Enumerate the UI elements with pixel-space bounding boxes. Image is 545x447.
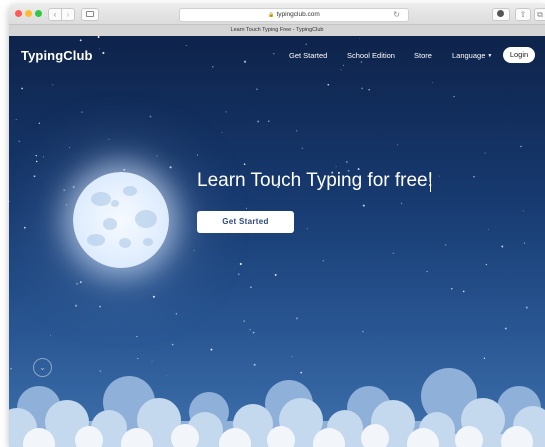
tab-title: Learn Touch Typing Free - TypingClub	[230, 27, 324, 33]
browser-window: ‹ › 🔒 typingclub.com ↻ ⇧ ⧉ Learn Touch Ty…	[9, 4, 545, 447]
address-bar[interactable]: 🔒 typingclub.com ↻	[179, 8, 409, 22]
minimize-window-button[interactable]	[25, 10, 32, 17]
share-icon[interactable]: ⇧	[515, 8, 531, 21]
clouds-illustration	[9, 368, 545, 447]
page-content: TypingClub Get Started School Edition St…	[9, 36, 545, 447]
download-icon[interactable]	[492, 8, 510, 21]
fullscreen-window-button[interactable]	[35, 10, 42, 17]
reload-icon[interactable]: ↻	[393, 9, 400, 21]
lock-icon: 🔒	[268, 12, 275, 18]
address-text: typingclub.com	[276, 11, 320, 18]
sidebar-icon[interactable]	[81, 8, 99, 21]
forward-icon[interactable]: ›	[61, 8, 75, 21]
browser-toolbar: ‹ › 🔒 typingclub.com ↻ ⇧ ⧉	[9, 4, 545, 24]
tabs-icon[interactable]: ⧉	[534, 8, 545, 21]
tab-title-bar[interactable]: Learn Touch Typing Free - TypingClub	[9, 24, 545, 36]
back-icon[interactable]: ‹	[48, 8, 62, 21]
close-window-button[interactable]	[15, 10, 22, 17]
